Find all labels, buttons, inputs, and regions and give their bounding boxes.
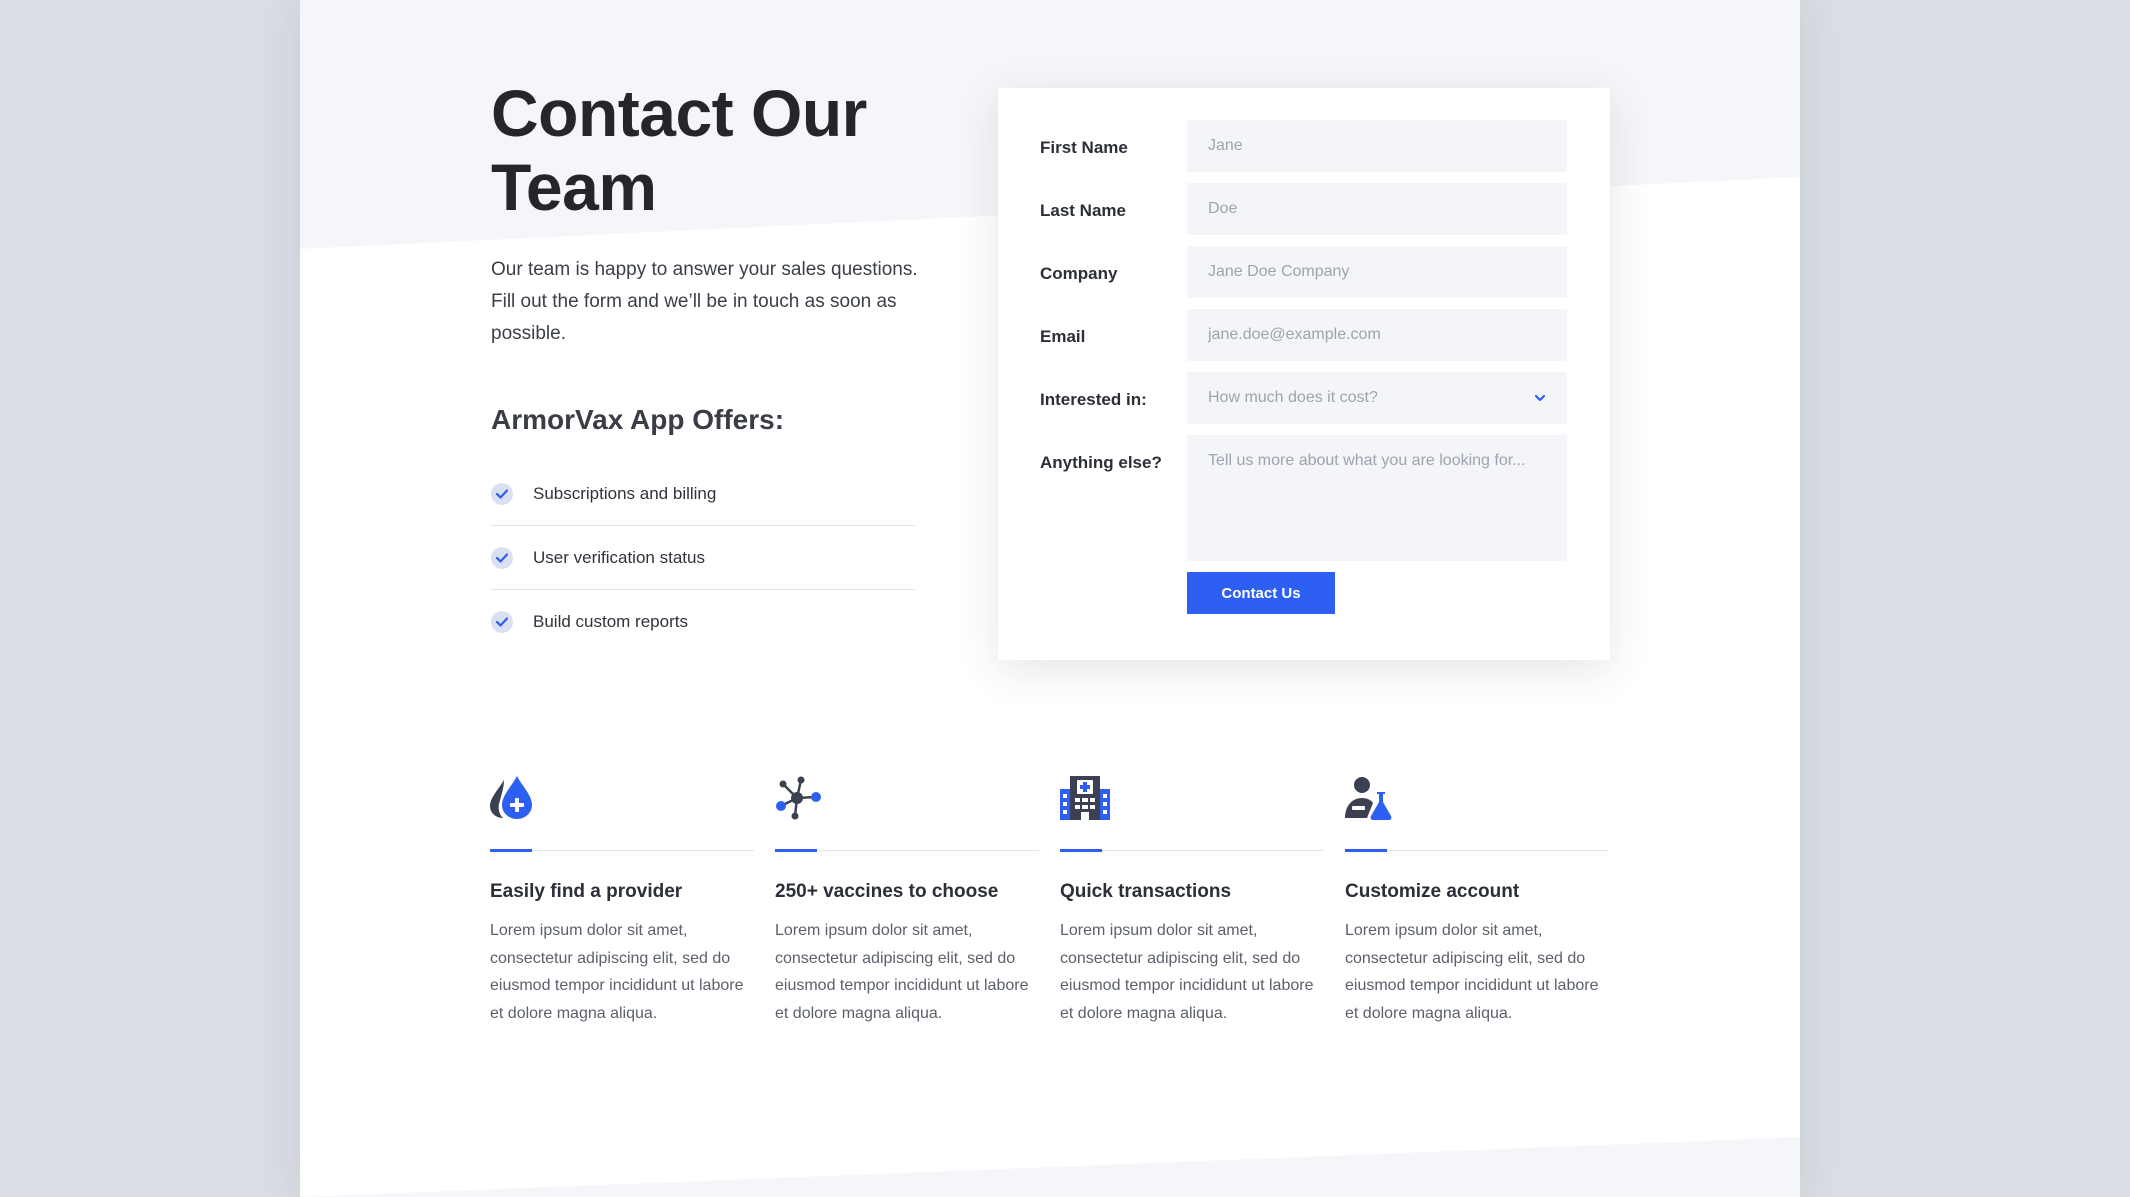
feature-description: Lorem ipsum dolor sit amet, consectetur … — [1345, 922, 1599, 1022]
form-row-email: Email — [1040, 309, 1568, 361]
feature-title: Quick transactions — [1060, 881, 1232, 902]
feature-card: Quick transactions Lorem ipsum dolor sit… — [1060, 770, 1324, 1027]
offer-label: Subscriptions and billing — [533, 483, 717, 503]
anything-label: Anything else? — [1040, 453, 1162, 472]
form-row-last-name: Last Name — [1040, 183, 1568, 235]
contact-us-button[interactable]: Contact Us — [1187, 572, 1335, 614]
interested-select[interactable]: How much does it cost? — [1187, 372, 1567, 424]
offer-label: Build custom reports — [533, 612, 688, 631]
feature-description: Lorem ipsum dolor sit amet, consectetur … — [1060, 922, 1314, 1022]
company-label: Company — [1040, 264, 1118, 283]
interested-select-value: How much does it cost? — [1208, 389, 1378, 406]
molecule-icon — [776, 776, 821, 820]
feature-divider — [1060, 849, 1324, 852]
contact-form: First Name Last Name Company Email Inter… — [998, 88, 1610, 660]
offer-item: Subscriptions and billing — [491, 462, 915, 526]
feature-divider — [1345, 849, 1609, 852]
feature-title: Easily find a provider — [490, 881, 683, 902]
submit-row: Contact Us — [1187, 572, 1568, 614]
feature-description: Lorem ipsum dolor sit amet, consectetur … — [490, 922, 744, 1022]
last-name-field[interactable] — [1187, 183, 1567, 235]
interested-label: Interested in: — [1040, 390, 1147, 409]
scientist-icon — [1345, 777, 1392, 820]
form-row-interested: Interested in: How much does it cost? — [1040, 372, 1568, 424]
chevron-down-icon — [1534, 389, 1546, 407]
email-field[interactable] — [1187, 309, 1567, 361]
first-name-label: First Name — [1040, 138, 1128, 157]
feature-card: 250+ vaccines to choose Lorem ipsum dolo… — [775, 770, 1039, 1027]
offers-title: ArmorVax App Offers: — [491, 404, 785, 435]
feature-description: Lorem ipsum dolor sit amet, consectetur … — [775, 922, 1029, 1022]
feature-card: Easily find a provider Lorem ipsum dolor… — [490, 770, 754, 1027]
page-canvas: Contact Our Team Our team is happy to an… — [300, 0, 1800, 1197]
check-icon — [491, 482, 513, 505]
hero-section: Contact Our Team Our team is happy to an… — [491, 76, 931, 654]
offer-item: Build custom reports — [491, 590, 915, 654]
page-title: Contact Our Team — [491, 76, 867, 224]
anything-textarea[interactable] — [1187, 435, 1567, 561]
offer-item: User verification status — [491, 526, 915, 590]
features-section: Easily find a provider Lorem ipsum dolor… — [490, 770, 1609, 1027]
last-name-label: Last Name — [1040, 201, 1126, 220]
feature-divider — [490, 849, 754, 852]
company-field[interactable] — [1187, 246, 1567, 298]
form-row-first-name: First Name — [1040, 120, 1568, 172]
feature-divider — [775, 849, 1039, 852]
email-label: Email — [1040, 327, 1086, 346]
feature-title: Customize account — [1345, 881, 1520, 902]
feature-card: Customize account Lorem ipsum dolor sit … — [1345, 770, 1609, 1027]
feature-title: 250+ vaccines to choose — [775, 881, 999, 902]
hospital-icon — [1060, 776, 1110, 820]
first-name-field[interactable] — [1187, 120, 1567, 172]
form-row-company: Company — [1040, 246, 1568, 298]
form-row-anything: Anything else? — [1040, 435, 1568, 561]
offers-list: Subscriptions and billing User verificat… — [491, 462, 915, 654]
drop-plus-icon — [490, 776, 532, 819]
check-icon — [491, 546, 513, 569]
offer-label: User verification status — [533, 547, 705, 567]
background-bottom-band — [300, 1137, 1800, 1197]
hero-description: Our team is happy to answer your sales q… — [491, 259, 918, 344]
check-icon — [491, 611, 513, 633]
